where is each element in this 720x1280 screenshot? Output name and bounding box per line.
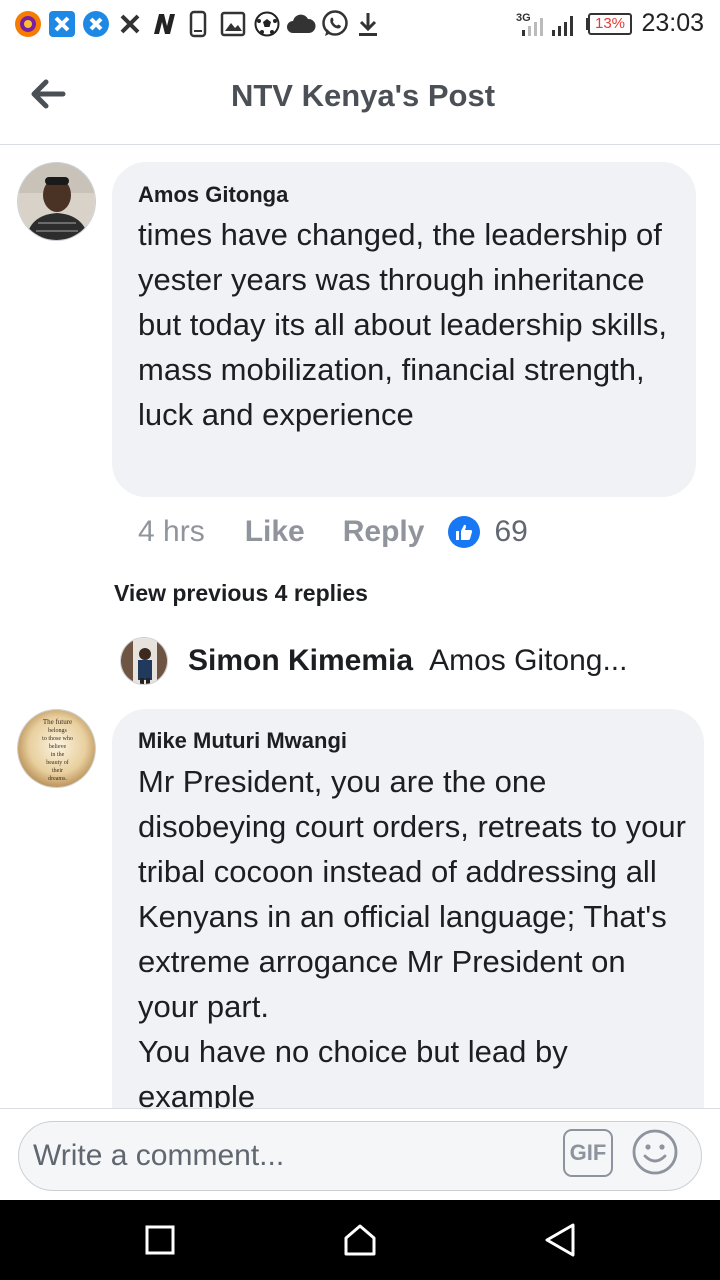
comment-text: Mr President, you are the one disobeying… bbox=[138, 764, 686, 1108]
x-icon bbox=[118, 10, 142, 38]
cloud-icon bbox=[286, 10, 316, 38]
square-icon bbox=[145, 1225, 175, 1255]
battery-icon: 13% bbox=[588, 13, 632, 35]
svg-text:dreams.: dreams. bbox=[48, 776, 67, 782]
like-reaction-icon[interactable] bbox=[448, 516, 481, 548]
svg-text:their: their bbox=[52, 768, 63, 774]
triangle-back-icon bbox=[545, 1223, 575, 1257]
browser-icon bbox=[14, 10, 42, 38]
reply-text: Amos Gitong... bbox=[429, 644, 628, 677]
avatar[interactable] bbox=[120, 637, 168, 685]
emoji-button[interactable] bbox=[631, 1128, 679, 1176]
image-icon bbox=[220, 10, 246, 38]
gif-button[interactable]: GIF bbox=[563, 1129, 613, 1177]
svg-text:believe: believe bbox=[49, 744, 67, 750]
x-app-icon bbox=[48, 10, 76, 38]
avatar[interactable]: The future belongs to those who believe … bbox=[17, 709, 96, 788]
comment-time[interactable]: 4 hrs bbox=[138, 515, 205, 549]
svg-text:to those who: to those who bbox=[42, 736, 73, 742]
view-previous-replies-link[interactable]: View previous 4 replies bbox=[114, 580, 368, 607]
avatar[interactable] bbox=[17, 162, 96, 241]
back-nav-button[interactable] bbox=[538, 1218, 582, 1262]
phone-icon bbox=[188, 10, 208, 38]
signal-icon bbox=[550, 10, 580, 38]
network-type-label: 3G bbox=[516, 12, 531, 24]
svg-text:in the: in the bbox=[51, 752, 65, 758]
whatsapp-icon bbox=[320, 10, 350, 38]
post-header: NTV Kenya's Post bbox=[0, 50, 720, 145]
comments-list[interactable]: Amos Gitonga times have changed, the lea… bbox=[0, 146, 720, 1108]
signal-icon: 3G bbox=[514, 10, 548, 38]
comment-bubble[interactable]: Mike Muturi Mwangi Mr President, you are… bbox=[112, 709, 704, 1108]
comment-composer: GIF bbox=[0, 1108, 720, 1200]
svg-text:belongs: belongs bbox=[48, 728, 67, 734]
system-nav-bar bbox=[0, 1200, 720, 1280]
x-app-icon bbox=[82, 10, 110, 38]
reaction-count[interactable]: 69 bbox=[494, 515, 527, 549]
status-bar: 3G 13% 23:03 bbox=[0, 0, 720, 50]
smiley-icon bbox=[632, 1129, 678, 1175]
n-app-icon bbox=[150, 10, 178, 38]
clock: 23:03 bbox=[641, 9, 704, 37]
reply-button[interactable]: Reply bbox=[343, 515, 425, 549]
comment-actions: 4 hrs Like Reply 69 bbox=[138, 510, 528, 554]
reply-preview[interactable]: Simon Kimemia Amos Gitong... bbox=[120, 634, 627, 688]
like-button[interactable]: Like bbox=[245, 515, 305, 549]
download-icon bbox=[356, 10, 380, 38]
comment-bubble[interactable]: Amos Gitonga times have changed, the lea… bbox=[112, 162, 696, 497]
comment-author[interactable]: Amos Gitonga bbox=[138, 182, 288, 208]
svg-text:beauty of: beauty of bbox=[46, 759, 69, 766]
page-title: NTV Kenya's Post bbox=[230, 78, 496, 113]
svg-text:The future: The future bbox=[43, 718, 72, 726]
home-button[interactable] bbox=[338, 1218, 382, 1262]
comment-text: times have changed, the leadership of ye… bbox=[138, 217, 676, 432]
soccer-ball-icon bbox=[254, 10, 280, 38]
comment-author[interactable]: Mike Muturi Mwangi bbox=[138, 728, 347, 754]
home-icon bbox=[344, 1224, 376, 1256]
reply-author[interactable]: Simon Kimemia bbox=[188, 644, 413, 678]
recents-button[interactable] bbox=[138, 1218, 182, 1262]
